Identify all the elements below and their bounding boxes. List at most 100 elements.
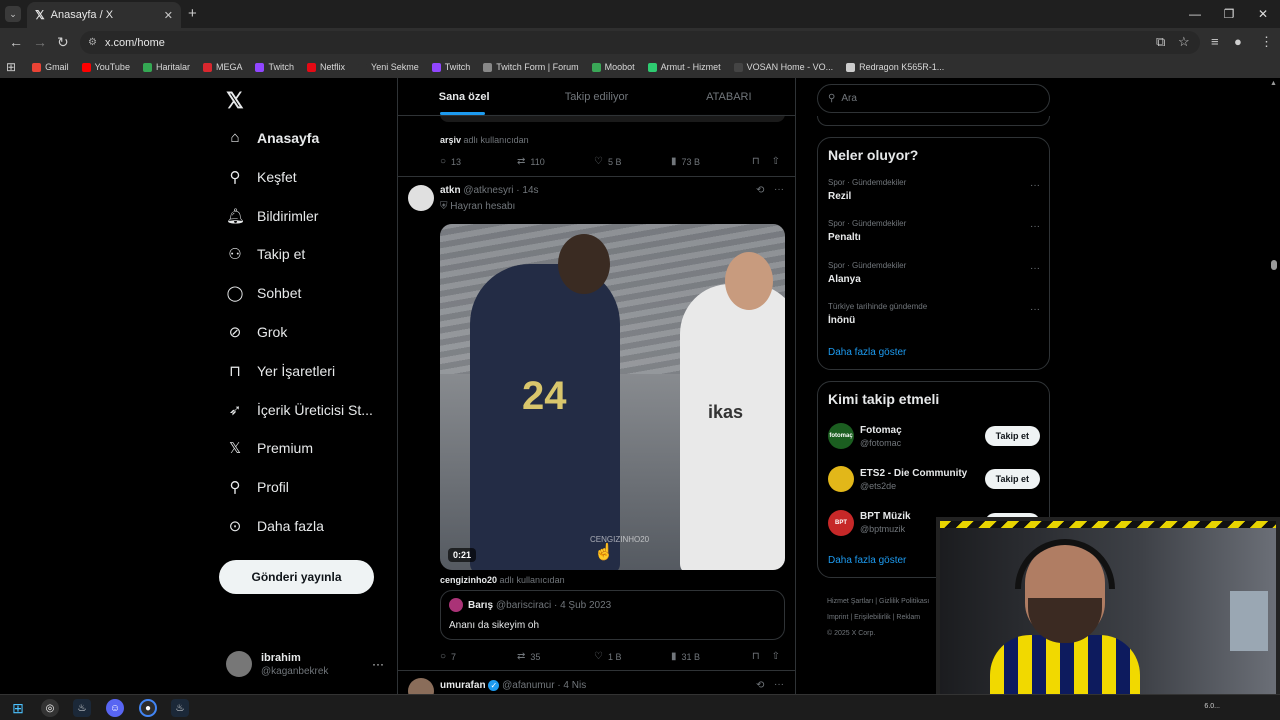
tab-for-you[interactable]: Sana özel <box>398 78 530 115</box>
footer-link[interactable]: Gizlilik Politikası <box>879 598 929 605</box>
tweet-time[interactable]: · 14s <box>516 185 538 196</box>
tweet-author-handle[interactable]: @atknesyri <box>463 185 513 196</box>
more-dots-icon[interactable]: ··· <box>774 184 784 195</box>
grok-icon[interactable]: ⟲ <box>756 185 764 196</box>
nav-item-chat[interactable]: ◯ Sohbet <box>226 284 302 302</box>
grok-icon[interactable]: ⟲ <box>756 680 764 691</box>
nav-item-bell[interactable]: 🔔︎ Bildirimler <box>226 207 318 225</box>
suggested-account[interactable]: ETS2 - Die Community @ets2de Takip et <box>828 464 1040 494</box>
repost-button[interactable]: ⇄ 35 <box>517 651 594 662</box>
bookmark-item[interactable]: Gmail <box>32 62 69 72</box>
search-input[interactable]: ⚲ Ara <box>817 84 1050 113</box>
tweet-author-name[interactable]: umurafan <box>440 680 486 691</box>
steam-icon[interactable]: ♨ <box>73 699 91 717</box>
share-button[interactable]: ⇧ <box>772 651 785 662</box>
nav-item-more-circle[interactable]: ⊙ Daha fazla <box>226 517 324 535</box>
minimize-button[interactable]: — <box>1178 0 1212 28</box>
trend-item[interactable]: Türkiye tarihinde gündemde İnönü ··· <box>828 302 1040 326</box>
nav-item-bookmark[interactable]: ⊓ Yer İşaretleri <box>226 362 335 380</box>
app-icon[interactable]: ◎ <box>41 699 59 717</box>
previous-source-user[interactable]: arşiv <box>440 135 461 145</box>
tab-following[interactable]: Takip ediliyor <box>530 78 662 115</box>
browser-tab-active[interactable]: 𝕏 Anasayfa / X ✕ <box>27 2 181 28</box>
bookmark-item[interactable]: Armut - Hizmet <box>647 62 721 72</box>
steam-icon[interactable]: ♨ <box>171 699 189 717</box>
post-button[interactable]: Gönderi yayınla <box>219 560 374 594</box>
chrome-icon[interactable]: ● <box>139 699 157 717</box>
reply-button[interactable]: ○ 7 <box>440 651 517 662</box>
bookmark-item[interactable]: Twitch <box>255 62 294 72</box>
video-player[interactable]: ikas 24 CENGIZINHO20 0:21 <box>440 224 785 570</box>
repost-button[interactable]: ⇄ 110 <box>517 156 594 167</box>
reply-button[interactable]: ○ 13 <box>440 156 517 167</box>
nav-item-rocket[interactable]: ➶ İçerik Üreticisi St... <box>226 401 373 419</box>
share-button[interactable]: ⇧ <box>772 156 785 167</box>
trend-item[interactable]: Spor · Gündemdekiler Penaltı ··· <box>828 219 1040 243</box>
bookmark-item[interactable]: Yeni Sekme <box>358 62 419 72</box>
views-button[interactable]: ▮ 31 B <box>671 651 752 662</box>
address-bar[interactable]: ⚙ x.com/home <box>80 31 1200 54</box>
nav-item-grok[interactable]: ⊘ Grok <box>226 323 288 341</box>
footer-link[interactable]: Hizmet Şartları <box>827 598 873 605</box>
bookmark-item[interactable]: Twitch <box>431 62 470 72</box>
more-dots-icon[interactable]: ··· <box>774 679 784 690</box>
tweet-author-handle[interactable]: @afanumur <box>502 680 554 691</box>
back-button[interactable]: ← <box>9 34 23 50</box>
suggested-account[interactable]: fotomaç Fotomaç @fotomac Takip et <box>828 421 1040 451</box>
discord-icon[interactable]: ☺ <box>106 699 124 717</box>
trend-item[interactable]: Spor · Gündemdekiler Rezil ··· <box>828 178 1040 202</box>
views-button[interactable]: ▮ 73 B <box>671 156 752 167</box>
trend-item[interactable]: Spor · Gündemdekiler Alanya ··· <box>828 261 1040 285</box>
footer-link[interactable]: Imprint <box>827 614 848 621</box>
bookmark-button[interactable]: ⊓ <box>752 156 772 167</box>
forward-button[interactable]: → <box>33 34 47 50</box>
bookmark-item[interactable]: Redragon K565R-1... <box>846 62 944 72</box>
tweet-avatar[interactable] <box>408 185 434 211</box>
tweet-author-name[interactable]: atkn <box>440 185 461 196</box>
tab-search-button[interactable]: ⌄ <box>5 6 21 22</box>
bookmark-item[interactable]: Haritalar <box>142 62 190 72</box>
bookmark-item[interactable]: Twitch Form | Forum <box>483 62 579 72</box>
footer-link[interactable]: Reklam <box>896 614 920 621</box>
close-tab-icon[interactable]: ✕ <box>164 9 173 22</box>
system-tray[interactable]: 6.0... <box>1204 703 1220 710</box>
tweet-time[interactable]: · 4 Nis <box>557 680 586 691</box>
show-more-link[interactable]: Daha fazla göster <box>828 555 906 566</box>
more-dots-icon[interactable]: ··· <box>1030 180 1040 191</box>
footer-link[interactable]: Erişilebilirlik <box>854 614 891 621</box>
bookmark-item[interactable]: Moobot <box>591 62 635 72</box>
scrollbar-thumb[interactable] <box>1271 260 1277 270</box>
bookmark-star-icon[interactable]: ☆ <box>1178 34 1190 50</box>
more-dots-icon[interactable]: ··· <box>372 657 384 671</box>
media-control-icon[interactable]: ≡ <box>1211 34 1219 49</box>
site-info-icon[interactable]: ⚙ <box>88 37 97 48</box>
close-window-button[interactable]: ✕ <box>1246 0 1280 28</box>
profile-icon[interactable]: ● <box>1234 34 1242 49</box>
apps-grid-icon[interactable]: ⊞ <box>6 60 16 74</box>
more-dots-icon[interactable]: ··· <box>1030 221 1040 232</box>
bookmark-item[interactable]: Netflix <box>307 62 345 72</box>
new-tab-button[interactable]: + <box>188 5 197 22</box>
restore-button[interactable]: ❐ <box>1212 0 1246 28</box>
like-button[interactable]: ♡ 5 B <box>594 156 671 167</box>
bookmark-item[interactable]: MEGA <box>202 62 242 72</box>
like-button[interactable]: ♡ 1 B <box>594 651 671 662</box>
tweet-avatar[interactable] <box>408 678 434 694</box>
menu-dots-icon[interactable]: ⋮ <box>1260 34 1273 50</box>
tab-atabari[interactable]: ATABARI <box>663 78 795 115</box>
nav-item-home[interactable]: ⌂ Anasayfa <box>226 129 319 146</box>
bookmark-item[interactable]: YouTube <box>81 62 130 72</box>
nav-item-person[interactable]: ⚲ Profil <box>226 478 289 496</box>
bookmark-button[interactable]: ⊓ <box>752 651 772 662</box>
show-more-link[interactable]: Daha fazla göster <box>828 347 906 358</box>
nav-item-x[interactable]: 𝕏 Premium <box>226 439 313 457</box>
media-source-user[interactable]: cengizinho20 <box>440 575 497 585</box>
install-icon[interactable]: ⧉ <box>1156 34 1165 50</box>
follow-button[interactable]: Takip et <box>984 469 1040 490</box>
quoted-tweet[interactable]: Barış @barisciraci · 4 Şub 2023 Ananı da… <box>440 590 785 640</box>
reload-button[interactable]: ↻ <box>57 34 69 51</box>
scroll-up-icon[interactable]: ▲ <box>1270 80 1277 87</box>
windows-start-icon[interactable]: ⊞ <box>9 699 27 717</box>
more-dots-icon[interactable]: ··· <box>1030 263 1040 274</box>
bookmark-item[interactable]: VOSAN Home - VO... <box>733 62 833 72</box>
